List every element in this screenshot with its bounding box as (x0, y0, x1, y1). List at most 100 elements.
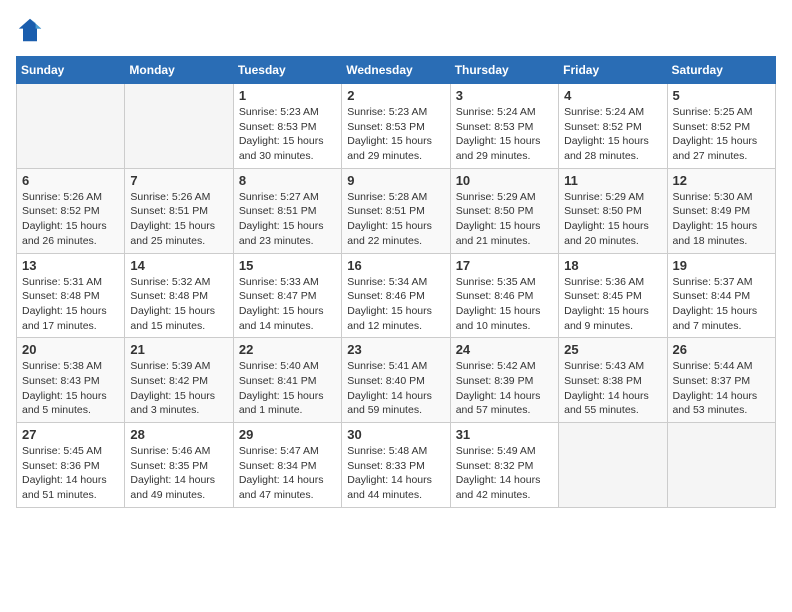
calendar-cell: 9 Sunrise: 5:28 AM Sunset: 8:51 PM Daylig… (342, 168, 450, 253)
calendar-week-row: 1Sunrise: 5:23 AM Sunset: 8:53 PM Daylig… (17, 84, 776, 169)
calendar-cell: 15 Sunrise: 5:33 AM Sunset: 8:47 PM Dayli… (233, 253, 341, 338)
calendar-week-row: 27Sunrise: 5:45 AM Sunset: 8:36 PM Dayli… (17, 423, 776, 508)
day-number: 16 (347, 258, 444, 273)
day-number: 28 (130, 427, 227, 442)
day-number: 17 (456, 258, 553, 273)
cell-info: Sunrise: 5:28 AM Sunset: 8:51 PM Dayligh… (347, 190, 444, 249)
calendar-cell: 4 Sunrise: 5:24 AM Sunset: 8:52 PM Daylig… (559, 84, 667, 169)
cell-info: Sunrise: 5:35 AM Sunset: 8:46 PM Dayligh… (456, 275, 553, 334)
day-number: 18 (564, 258, 661, 273)
day-number: 31 (456, 427, 553, 442)
calendar-cell: 7 Sunrise: 5:26 AM Sunset: 8:51 PM Daylig… (125, 168, 233, 253)
cell-info: Sunrise: 5:23 AM Sunset: 8:53 PM Dayligh… (239, 105, 336, 164)
day-number: 5 (673, 88, 770, 103)
calendar-cell: 29 Sunrise: 5:47 AM Sunset: 8:34 PM Dayli… (233, 423, 341, 508)
calendar-cell: 17 Sunrise: 5:35 AM Sunset: 8:46 PM Dayli… (450, 253, 558, 338)
day-number: 30 (347, 427, 444, 442)
day-number: 4 (564, 88, 661, 103)
day-number: 26 (673, 342, 770, 357)
calendar-header-friday: Friday (559, 57, 667, 84)
calendar-cell: 28 Sunrise: 5:46 AM Sunset: 8:35 PM Dayli… (125, 423, 233, 508)
day-number: 20 (22, 342, 119, 357)
day-number: 7 (130, 173, 227, 188)
day-number: 2 (347, 88, 444, 103)
cell-info: Sunrise: 5:31 AM Sunset: 8:48 PM Dayligh… (22, 275, 119, 334)
calendar-cell: 11Sunrise: 5:29 AM Sunset: 8:50 PM Dayli… (559, 168, 667, 253)
calendar-cell: 22 Sunrise: 5:40 AM Sunset: 8:41 PM Dayli… (233, 338, 341, 423)
calendar-cell: 12Sunrise: 5:30 AM Sunset: 8:49 PM Dayli… (667, 168, 775, 253)
calendar-cell: 6Sunrise: 5:26 AM Sunset: 8:52 PM Daylig… (17, 168, 125, 253)
cell-info: Sunrise: 5:25 AM Sunset: 8:52 PM Dayligh… (673, 105, 770, 164)
cell-info: Sunrise: 5:32 AM Sunset: 8:48 PM Dayligh… (130, 275, 227, 334)
calendar-cell: 23 Sunrise: 5:41 AM Sunset: 8:40 PM Dayli… (342, 338, 450, 423)
cell-info: Sunrise: 5:48 AM Sunset: 8:33 PM Dayligh… (347, 444, 444, 503)
calendar-cell (667, 423, 775, 508)
day-number: 23 (347, 342, 444, 357)
day-number: 12 (673, 173, 770, 188)
cell-info: Sunrise: 5:27 AM Sunset: 8:51 PM Dayligh… (239, 190, 336, 249)
calendar-cell: 3 Sunrise: 5:24 AM Sunset: 8:53 PM Daylig… (450, 84, 558, 169)
cell-info: Sunrise: 5:26 AM Sunset: 8:51 PM Dayligh… (130, 190, 227, 249)
calendar-cell: 24Sunrise: 5:42 AM Sunset: 8:39 PM Dayli… (450, 338, 558, 423)
cell-info: Sunrise: 5:43 AM Sunset: 8:38 PM Dayligh… (564, 359, 661, 418)
cell-info: Sunrise: 5:36 AM Sunset: 8:45 PM Dayligh… (564, 275, 661, 334)
calendar-cell: 21Sunrise: 5:39 AM Sunset: 8:42 PM Dayli… (125, 338, 233, 423)
cell-info: Sunrise: 5:24 AM Sunset: 8:53 PM Dayligh… (456, 105, 553, 164)
day-number: 22 (239, 342, 336, 357)
day-number: 3 (456, 88, 553, 103)
cell-info: Sunrise: 5:41 AM Sunset: 8:40 PM Dayligh… (347, 359, 444, 418)
day-number: 11 (564, 173, 661, 188)
calendar-header-saturday: Saturday (667, 57, 775, 84)
calendar-cell (559, 423, 667, 508)
calendar-week-row: 20 Sunrise: 5:38 AM Sunset: 8:43 PM Dayli… (17, 338, 776, 423)
calendar-cell: 31 Sunrise: 5:49 AM Sunset: 8:32 PM Dayli… (450, 423, 558, 508)
day-number: 27 (22, 427, 119, 442)
calendar-header-tuesday: Tuesday (233, 57, 341, 84)
calendar-header-row: SundayMondayTuesdayWednesdayThursdayFrid… (17, 57, 776, 84)
calendar-cell: 10 Sunrise: 5:29 AM Sunset: 8:50 PM Dayli… (450, 168, 558, 253)
day-number: 15 (239, 258, 336, 273)
calendar-header-thursday: Thursday (450, 57, 558, 84)
calendar-cell: 20 Sunrise: 5:38 AM Sunset: 8:43 PM Dayli… (17, 338, 125, 423)
day-number: 9 (347, 173, 444, 188)
cell-info: Sunrise: 5:38 AM Sunset: 8:43 PM Dayligh… (22, 359, 119, 418)
logo (16, 16, 48, 44)
calendar-cell: 5 Sunrise: 5:25 AM Sunset: 8:52 PM Daylig… (667, 84, 775, 169)
calendar-cell: 27Sunrise: 5:45 AM Sunset: 8:36 PM Dayli… (17, 423, 125, 508)
cell-info: Sunrise: 5:24 AM Sunset: 8:52 PM Dayligh… (564, 105, 661, 164)
cell-info: Sunrise: 5:49 AM Sunset: 8:32 PM Dayligh… (456, 444, 553, 503)
day-number: 14 (130, 258, 227, 273)
calendar-header-monday: Monday (125, 57, 233, 84)
cell-info: Sunrise: 5:39 AM Sunset: 8:42 PM Dayligh… (130, 359, 227, 418)
cell-info: Sunrise: 5:46 AM Sunset: 8:35 PM Dayligh… (130, 444, 227, 503)
calendar-header-wednesday: Wednesday (342, 57, 450, 84)
day-number: 8 (239, 173, 336, 188)
cell-info: Sunrise: 5:40 AM Sunset: 8:41 PM Dayligh… (239, 359, 336, 418)
calendar-cell: 14 Sunrise: 5:32 AM Sunset: 8:48 PM Dayli… (125, 253, 233, 338)
day-number: 29 (239, 427, 336, 442)
logo-icon (16, 16, 44, 44)
cell-info: Sunrise: 5:37 AM Sunset: 8:44 PM Dayligh… (673, 275, 770, 334)
calendar-cell: 13 Sunrise: 5:31 AM Sunset: 8:48 PM Dayli… (17, 253, 125, 338)
day-number: 19 (673, 258, 770, 273)
cell-info: Sunrise: 5:33 AM Sunset: 8:47 PM Dayligh… (239, 275, 336, 334)
page-header (16, 16, 776, 44)
cell-info: Sunrise: 5:23 AM Sunset: 8:53 PM Dayligh… (347, 105, 444, 164)
calendar-cell: 19 Sunrise: 5:37 AM Sunset: 8:44 PM Dayli… (667, 253, 775, 338)
calendar-cell (125, 84, 233, 169)
cell-info: Sunrise: 5:47 AM Sunset: 8:34 PM Dayligh… (239, 444, 336, 503)
calendar-cell: 25 Sunrise: 5:43 AM Sunset: 8:38 PM Dayli… (559, 338, 667, 423)
day-number: 13 (22, 258, 119, 273)
cell-info: Sunrise: 5:29 AM Sunset: 8:50 PM Dayligh… (456, 190, 553, 249)
day-number: 6 (22, 173, 119, 188)
calendar-cell: 18 Sunrise: 5:36 AM Sunset: 8:45 PM Dayli… (559, 253, 667, 338)
day-number: 10 (456, 173, 553, 188)
cell-info: Sunrise: 5:44 AM Sunset: 8:37 PM Dayligh… (673, 359, 770, 418)
calendar-week-row: 6Sunrise: 5:26 AM Sunset: 8:52 PM Daylig… (17, 168, 776, 253)
day-number: 25 (564, 342, 661, 357)
calendar-cell (17, 84, 125, 169)
calendar-cell: 1Sunrise: 5:23 AM Sunset: 8:53 PM Daylig… (233, 84, 341, 169)
calendar-table: SundayMondayTuesdayWednesdayThursdayFrid… (16, 56, 776, 508)
cell-info: Sunrise: 5:34 AM Sunset: 8:46 PM Dayligh… (347, 275, 444, 334)
calendar-cell: 30 Sunrise: 5:48 AM Sunset: 8:33 PM Dayli… (342, 423, 450, 508)
